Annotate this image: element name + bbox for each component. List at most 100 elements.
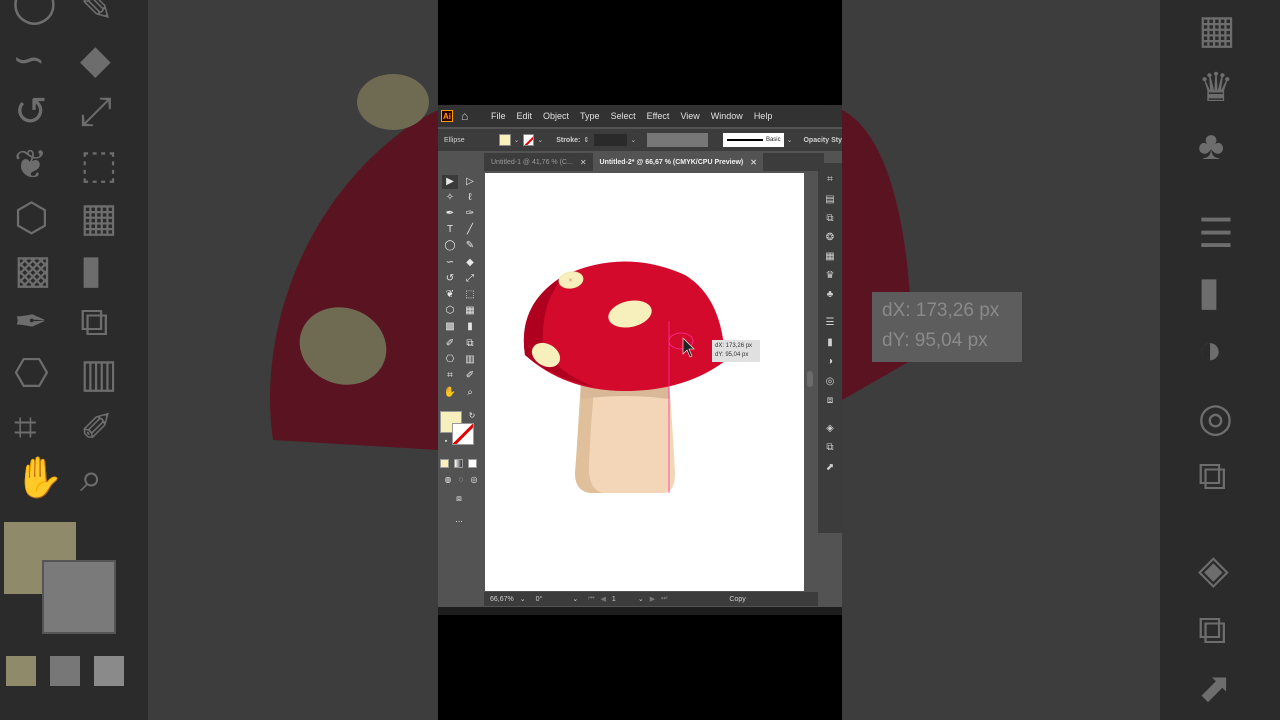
rotation-chevron-icon[interactable]: ⌄: [572, 595, 578, 603]
stroke-weight-chevron-icon[interactable]: ⌄: [630, 136, 636, 144]
scrollbar-thumb[interactable]: [807, 371, 813, 387]
stroke-color-swatch[interactable]: [452, 423, 474, 445]
draw-inside-icon[interactable]: ◎: [466, 473, 482, 487]
rotation-value[interactable]: 0°: [536, 596, 543, 603]
stroke-swatch[interactable]: [522, 134, 535, 146]
eraser-tool-icon[interactable]: ◆: [462, 256, 478, 270]
tab-untitled-2[interactable]: Untitled-2* @ 66,67 % (CMYK/CPU Preview)…: [592, 153, 763, 171]
screen-mode-icon[interactable]: ⧈: [451, 491, 467, 505]
symbols-panel-icon[interactable]: ♣: [823, 288, 837, 302]
stroke-spinner-icon[interactable]: ⇕: [583, 134, 591, 146]
scale-tool-icon[interactable]: ⤢: [462, 272, 478, 286]
links-panel-icon[interactable]: ⬈: [823, 461, 837, 475]
artboards-panel-icon[interactable]: ⧉: [823, 441, 837, 455]
appearance-panel-icon[interactable]: ◎: [823, 375, 837, 389]
asset-export-panel-icon[interactable]: ⧈: [823, 394, 837, 408]
menu-file[interactable]: File: [491, 111, 506, 121]
menu-help[interactable]: Help: [754, 111, 773, 121]
close-icon[interactable]: ✕: [750, 158, 763, 167]
swap-colors-icon[interactable]: ↻: [464, 409, 480, 423]
brush-definition[interactable]: Basic: [722, 133, 784, 147]
eyedropper-tool-icon[interactable]: ✐: [442, 337, 458, 351]
mushroom-artwork[interactable]: ×: [485, 173, 804, 591]
transparency-panel-icon[interactable]: ◑: [823, 355, 837, 369]
previous-artboard-icon[interactable]: ◀: [601, 595, 606, 603]
variable-width-profile[interactable]: [647, 133, 708, 147]
pen-tool-icon[interactable]: ✒: [442, 207, 458, 221]
artboard-tool-icon[interactable]: ⌗: [442, 369, 458, 383]
zoom-level[interactable]: 66,67%: [490, 596, 514, 603]
color-guide-panel-icon[interactable]: ❂: [823, 231, 837, 245]
align-panel-icon[interactable]: ▤: [823, 193, 837, 207]
color-mode-button[interactable]: [440, 459, 449, 468]
paintbrush-tool-icon[interactable]: ✎: [462, 239, 478, 253]
os-taskbar: [438, 607, 842, 615]
next-artboard-icon[interactable]: ▶: [650, 595, 655, 603]
graph-tool-icon[interactable]: ▥: [462, 353, 478, 367]
edit-toolbar-icon[interactable]: ...: [451, 512, 467, 526]
puppet-panel-icon[interactable]: ♛: [823, 269, 837, 283]
close-icon[interactable]: ✕: [580, 158, 593, 167]
blend-tool-icon[interactable]: ⧉: [462, 337, 478, 351]
bg-mesh-icon: ▩: [14, 248, 52, 292]
shaper-tool-icon[interactable]: ∽: [442, 256, 458, 270]
pathfinder-panel-icon[interactable]: ⧉: [823, 212, 837, 226]
opacity-label[interactable]: Opacity Sty: [803, 137, 842, 144]
menu-window[interactable]: Window: [711, 111, 743, 121]
stroke-label[interactable]: Stroke:: [556, 137, 580, 144]
vertical-scrollbar[interactable]: [806, 173, 814, 591]
free-transform-tool-icon[interactable]: ⬚: [462, 288, 478, 302]
perspective-grid-tool-icon[interactable]: ▦: [462, 304, 478, 318]
first-artboard-icon[interactable]: ⏮: [588, 595, 594, 603]
menu-edit[interactable]: Edit: [517, 111, 533, 121]
gradient-mode-button[interactable]: [454, 459, 463, 468]
selection-tool-icon[interactable]: ▶: [442, 175, 458, 189]
swatches-panel-icon[interactable]: ▦: [823, 250, 837, 264]
stroke-weight-input[interactable]: [594, 134, 628, 146]
slice-tool-icon[interactable]: ✐: [462, 369, 478, 383]
tab-label: Untitled-2* @ 66,67 % (CMYK/CPU Preview): [599, 158, 744, 166]
ellipse-tool-icon[interactable]: ◯: [442, 239, 458, 253]
direct-selection-tool-icon[interactable]: ▷: [462, 175, 478, 189]
artboard-number[interactable]: 1: [612, 596, 616, 603]
mesh-tool-icon[interactable]: ▩: [442, 320, 458, 334]
menu-type[interactable]: Type: [580, 111, 600, 121]
line-tool-icon[interactable]: ╱: [462, 223, 478, 237]
bg-eyedropper-icon: ✒: [14, 300, 48, 344]
none-mode-button[interactable]: [468, 459, 477, 468]
menu-effect[interactable]: Effect: [647, 111, 670, 121]
zoom-tool-icon[interactable]: ⌕: [462, 386, 478, 400]
tab-untitled-1[interactable]: Untitled-1 @ 41,76 % (C... ✕: [484, 153, 593, 171]
last-artboard-icon[interactable]: ⏭: [661, 595, 667, 603]
menu-object[interactable]: Object: [543, 111, 569, 121]
fill-swatch[interactable]: [498, 134, 511, 146]
stroke-dropdown-chevron-icon[interactable]: ⌄: [537, 136, 543, 144]
stroke-panel-icon[interactable]: ☰: [823, 316, 837, 330]
default-colors-icon[interactable]: ▪: [438, 435, 454, 449]
shape-builder-tool-icon[interactable]: ⬡: [442, 304, 458, 318]
warp-tool-icon[interactable]: ❦: [442, 288, 458, 302]
home-icon[interactable]: ⌂: [461, 109, 475, 123]
zoom-chevron-icon[interactable]: ⌄: [520, 595, 526, 603]
artboard-chevron-icon[interactable]: ⌄: [638, 595, 644, 603]
layers-panel-icon[interactable]: ◈: [823, 422, 837, 436]
screen: ◯ ✎ ∽ ◆ ↺ ⤢ ❦ ⬚ ⬡ ▦ ▩ ▮ ✒ ⧉ ⎔ ▥ ⌗ ✐ ✋ ⌕: [0, 0, 1280, 720]
menu-view[interactable]: View: [680, 111, 699, 121]
gradient-panel-icon[interactable]: ▮: [823, 336, 837, 350]
curvature-tool-icon[interactable]: ✑: [462, 207, 478, 221]
status-mode: Copy: [729, 595, 746, 603]
tools-panel: ▶ ▷ ✧ ℓ ✒ ✑ T ╱ ◯ ✎ ∽ ◆ ↺ ⤢ ❦ ⬚ ⬡ ▦ ▩ ▮: [438, 171, 480, 531]
gradient-tool-icon[interactable]: ▮: [462, 320, 478, 334]
hand-tool-icon[interactable]: ✋: [442, 386, 458, 400]
fill-dropdown-chevron-icon[interactable]: ⌄: [514, 136, 520, 144]
artboard-canvas[interactable]: × dX: 173,26 px dY: 95,04 px: [485, 173, 804, 591]
menu-select[interactable]: Select: [611, 111, 636, 121]
symbol-sprayer-tool-icon[interactable]: ⎔: [442, 353, 458, 367]
bg-eraser-icon: ◆: [80, 38, 111, 82]
type-tool-icon[interactable]: T: [442, 223, 458, 237]
rotate-tool-icon[interactable]: ↺: [442, 272, 458, 286]
magic-wand-tool-icon[interactable]: ✧: [442, 191, 458, 205]
transform-panel-icon[interactable]: ⌗: [823, 173, 837, 187]
lasso-tool-icon[interactable]: ℓ: [462, 191, 478, 205]
brush-dropdown-chevron-icon[interactable]: ⌄: [787, 136, 793, 144]
